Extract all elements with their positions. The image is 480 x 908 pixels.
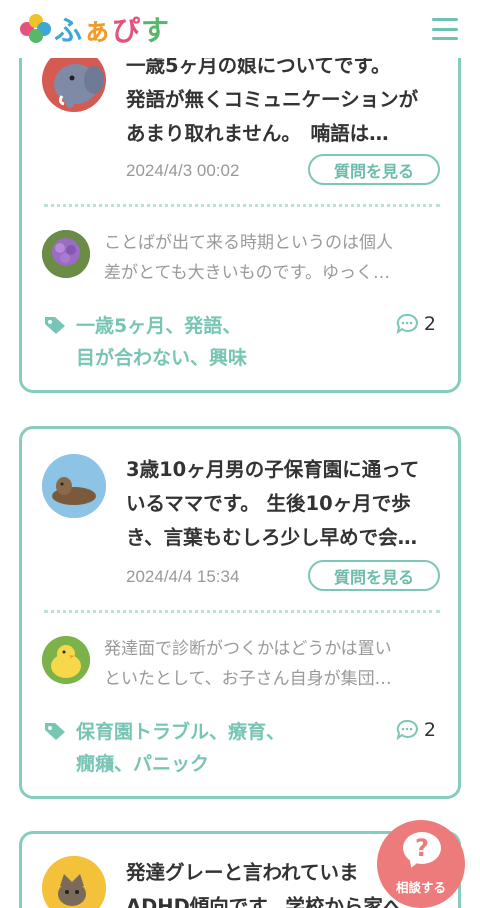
hamburger-menu-icon[interactable] xyxy=(432,18,458,40)
site-logo[interactable]: ふぁぴす xyxy=(20,9,170,49)
question-card[interactable]: 一歳5ヶ月の娘についてです。 発語が無くコミュニケーションが あまり取れません。… xyxy=(19,20,461,393)
post-date: 2024/4/3 00:02 xyxy=(126,161,240,180)
comment-count: 2 xyxy=(396,719,436,741)
tag-line[interactable]: 癇癪、パニック xyxy=(76,749,209,776)
seal-avatar xyxy=(42,454,106,518)
question-text[interactable]: 3歳10ヶ月男の子保育園に通って いるママです。 生後10ヶ月で歩 き、言葉もむ… xyxy=(126,453,446,555)
tag-icon xyxy=(45,723,65,740)
tag-icon xyxy=(45,317,65,334)
consult-button[interactable]: ? 相談する xyxy=(377,820,465,908)
logo-wordmark: ふぁぴす xyxy=(54,14,171,47)
consult-button-label: 相談する xyxy=(395,880,446,895)
question-card[interactable]: 3歳10ヶ月男の子保育園に通って いるママです。 生後10ヶ月で歩 き、言葉もむ… xyxy=(19,426,461,799)
answer-preview[interactable]: ことばが出て来る時期というのは個人 差がとても大きいものです。ゆっく… xyxy=(104,228,442,288)
divider xyxy=(44,204,440,207)
view-question-button[interactable]: 質問を見る xyxy=(308,560,440,591)
view-question-button[interactable]: 質問を見る xyxy=(308,154,440,185)
comment-bubble-icon xyxy=(396,313,418,335)
divider xyxy=(44,610,440,613)
cat-avatar xyxy=(42,856,106,908)
tag-line[interactable]: 目が合わない、興味 xyxy=(76,343,247,370)
clover-logo-icon xyxy=(20,14,52,44)
comment-bubble-icon xyxy=(396,719,418,741)
comment-count: 2 xyxy=(396,313,436,335)
post-date: 2024/4/4 15:34 xyxy=(126,567,240,586)
tag-line[interactable]: 保育園トラブル、療育、 xyxy=(76,717,285,744)
question-text[interactable]: 一歳5ヶ月の娘についてです。 発語が無くコミュニケーションが あまり取れません。… xyxy=(126,49,446,151)
answer-preview[interactable]: 発達面で診断がつくかはどうかは置い といたとして、お子さん自身が集団… xyxy=(104,634,442,694)
tag-line[interactable]: 一歳5ヶ月、発語、 xyxy=(76,311,241,338)
flower-avatar xyxy=(42,230,90,278)
chick-avatar xyxy=(42,636,90,684)
site-header: ふぁぴす xyxy=(0,0,480,58)
